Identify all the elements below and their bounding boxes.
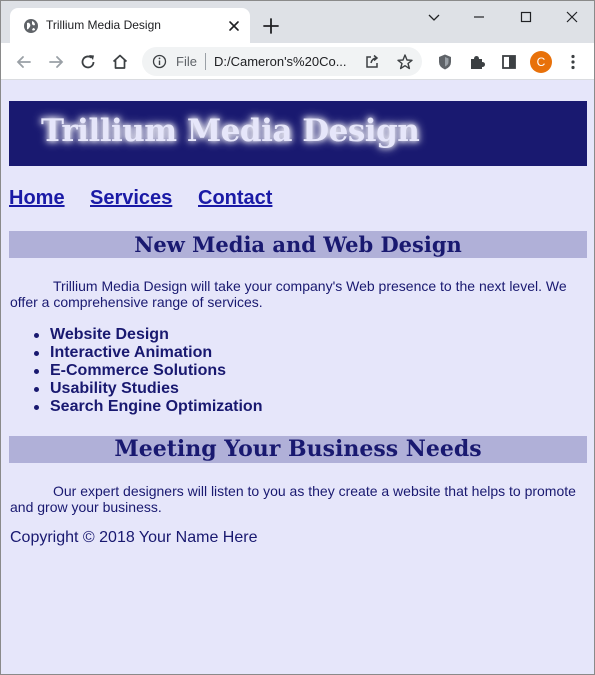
maximize-icon[interactable]: [514, 7, 538, 27]
section-heading-business-needs: Meeting Your Business Needs: [9, 436, 587, 463]
profile-avatar[interactable]: C: [530, 51, 552, 73]
web-page: Trillium Media Design Home Services Cont…: [1, 81, 594, 674]
reload-icon[interactable]: [78, 52, 98, 72]
list-item: Usability Studies: [33, 380, 262, 398]
nav-link-services[interactable]: Services: [90, 187, 172, 210]
nav-link-contact[interactable]: Contact: [198, 187, 272, 210]
info-icon[interactable]: [152, 54, 167, 69]
close-window-icon[interactable]: [560, 7, 584, 27]
extensions-icon[interactable]: [467, 52, 487, 72]
browser-toolbar: File D:/Cameron's%20Co... C: [1, 43, 594, 80]
back-icon[interactable]: [14, 52, 34, 72]
services-list: Website Design Interactive Animation E-C…: [33, 326, 263, 416]
forward-icon[interactable]: [46, 52, 66, 72]
chevron-down-icon[interactable]: [422, 7, 446, 27]
home-icon[interactable]: [110, 52, 130, 72]
kebab-menu-icon[interactable]: [563, 52, 583, 72]
section-heading-new-media: New Media and Web Design: [9, 231, 587, 258]
tab-strip: Trillium Media Design: [1, 1, 594, 43]
minimize-icon[interactable]: [467, 7, 491, 27]
site-title: Trillium Media Design: [41, 113, 420, 149]
share-icon[interactable]: [363, 53, 381, 71]
browser-tab[interactable]: Trillium Media Design: [10, 8, 250, 43]
address-separator: [205, 53, 206, 70]
address-bar[interactable]: File D:/Cameron's%20Co...: [142, 47, 422, 76]
site-header: Trillium Media Design: [9, 101, 587, 166]
address-url[interactable]: D:/Cameron's%20Co...: [214, 54, 347, 69]
intro-paragraph: Trillium Media Design will take your com…: [10, 278, 567, 310]
globe-icon: [24, 19, 38, 33]
nav-link-home[interactable]: Home: [9, 187, 65, 210]
list-item: E-Commerce Solutions: [33, 362, 262, 380]
sidepanel-icon[interactable]: [499, 52, 519, 72]
list-item: Interactive Animation: [33, 344, 262, 362]
close-icon[interactable]: [225, 17, 243, 35]
address-scheme: File: [176, 54, 197, 69]
copyright-footer: Copyright © 2018 Your Name Here: [10, 529, 258, 546]
list-item: Search Engine Optimization: [33, 398, 263, 415]
plus-icon[interactable]: [261, 16, 281, 36]
star-icon[interactable]: [396, 53, 414, 71]
list-item: Website Design: [33, 326, 262, 344]
browser-window: Trillium Media Design File D:/Cameron's%…: [0, 0, 595, 675]
business-paragraph: Our expert designers will listen to you …: [10, 483, 576, 515]
tab-title: Trillium Media Design: [46, 18, 161, 32]
shield-icon[interactable]: [435, 52, 455, 72]
